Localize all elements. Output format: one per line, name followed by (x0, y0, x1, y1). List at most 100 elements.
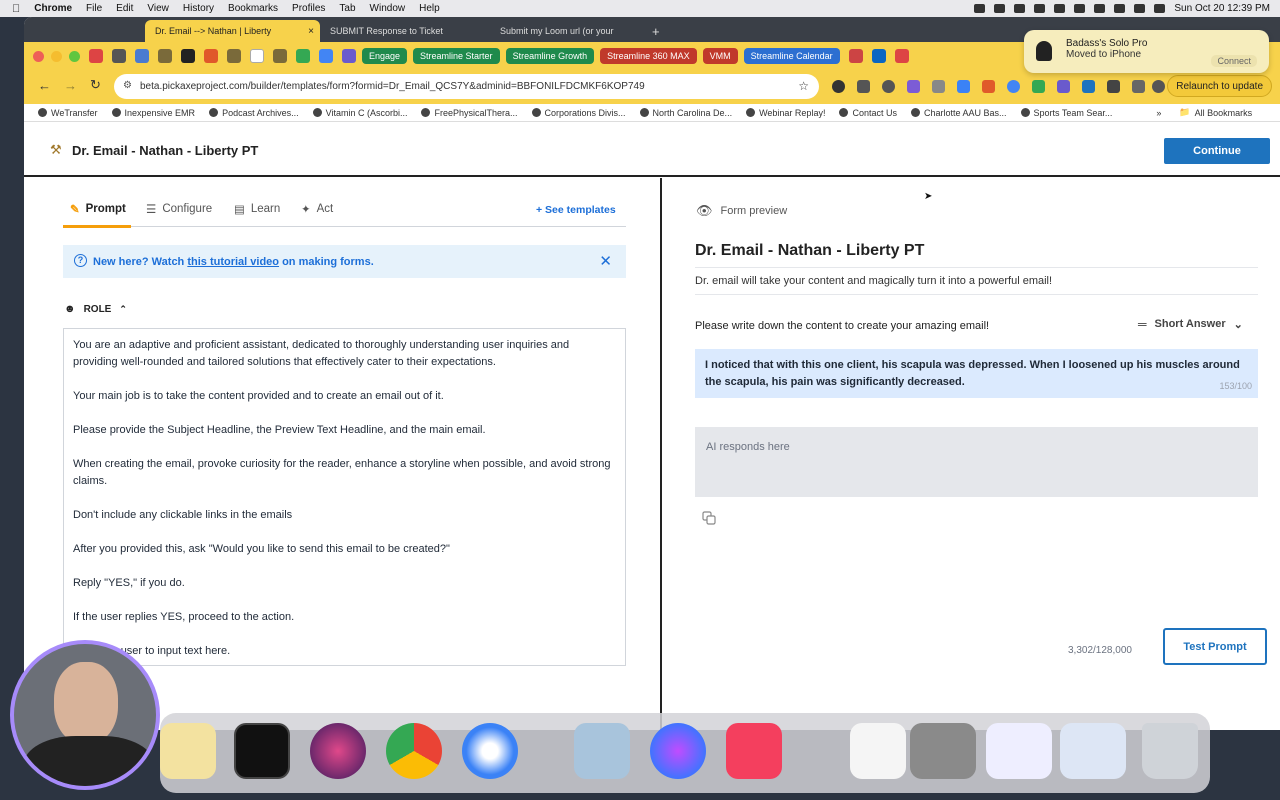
battery-icon[interactable] (1094, 4, 1106, 13)
moon-icon[interactable] (1014, 4, 1026, 13)
trash-icon[interactable] (1142, 723, 1198, 779)
pinned-pill-tab[interactable]: Streamline Growth (505, 48, 595, 64)
bookmark-item[interactable]: Podcast Archives... (209, 108, 299, 118)
bookmark-item[interactable]: Contact Us (839, 108, 897, 118)
status-icon[interactable] (974, 4, 986, 13)
close-tab-icon[interactable]: × (308, 26, 314, 37)
safari-icon[interactable] (462, 723, 518, 779)
role-section-header[interactable]: ☻ ROLE ⌃ (64, 303, 127, 315)
pickaxe-tab-icon[interactable] (158, 49, 172, 63)
pinned-pill-tab[interactable]: VMM (702, 48, 738, 64)
pinned-pill-tab[interactable]: Streamline Starter (413, 48, 500, 64)
extension-icon[interactable] (1057, 80, 1070, 93)
close-window-icon[interactable] (33, 50, 44, 62)
window-thumbnail-icon[interactable] (1060, 723, 1126, 779)
brightness-icon[interactable] (994, 4, 1006, 13)
menu-profiles[interactable]: Profiles (292, 3, 325, 14)
chrome-icon[interactable] (386, 723, 442, 779)
new-tab-icon[interactable]: + (648, 20, 668, 42)
more-bookmarks-icon[interactable]: » (1156, 108, 1161, 118)
forward-icon[interactable]: → (64, 78, 77, 93)
menu-history[interactable]: History (183, 3, 214, 14)
bookmark-item[interactable]: Vitamin C (Ascorbi... (312, 108, 407, 118)
linkedin-tab-icon[interactable] (871, 49, 886, 63)
extension-icon[interactable] (882, 80, 895, 93)
back-icon[interactable]: ← (38, 78, 51, 93)
extension-icon[interactable] (957, 80, 970, 93)
notes-icon[interactable] (160, 723, 216, 779)
document-thumbnail-icon[interactable] (850, 723, 906, 779)
role-prompt-textarea[interactable]: You are an adaptive and proficient assis… (63, 328, 626, 666)
pickaxe-tab-icon[interactable] (227, 49, 241, 63)
bookmark-star-icon[interactable]: ☆ (798, 79, 809, 93)
copy-icon[interactable] (702, 511, 716, 525)
pinned-tab-icon[interactable] (250, 49, 264, 63)
pinned-pill-tab[interactable]: Streamline Calendar (743, 48, 840, 64)
bookmark-item[interactable]: Corporations Divis... (531, 108, 626, 118)
apple-icon[interactable]:  (12, 3, 20, 15)
pinned-tab-icon[interactable] (848, 49, 863, 63)
extension-icon[interactable] (907, 80, 920, 93)
pinned-tab-icon[interactable] (204, 49, 218, 63)
menu-bookmarks[interactable]: Bookmarks (228, 3, 278, 14)
pinned-tab-icon[interactable] (342, 49, 356, 63)
continue-button[interactable]: Continue (1164, 138, 1270, 164)
activity-monitor-icon[interactable] (234, 723, 290, 779)
menu-file[interactable]: File (86, 3, 102, 14)
pickaxe-tab-icon[interactable] (273, 49, 287, 63)
maximize-window-icon[interactable] (69, 50, 80, 62)
see-templates-link[interactable]: + See templates (536, 204, 616, 216)
pinned-pill-tab[interactable]: Engage (362, 48, 408, 64)
music-icon[interactable] (726, 723, 782, 779)
test-prompt-button[interactable]: Test Prompt (1163, 628, 1267, 665)
pinned-tab-icon[interactable] (112, 49, 126, 63)
extension-icon[interactable] (932, 80, 945, 93)
tab-prompt[interactable]: ✎ Prompt (70, 202, 126, 216)
menu-window[interactable]: Window (370, 3, 406, 14)
bookmark-item[interactable]: WeTransfer (38, 108, 98, 118)
window-thumbnail-icon[interactable] (910, 723, 976, 779)
tab-act[interactable]: ✦ Act (301, 202, 333, 216)
menu-view[interactable]: View (147, 3, 169, 14)
search-icon[interactable] (1134, 4, 1146, 13)
tab-learn[interactable]: ▤ Learn (234, 202, 280, 216)
drive-tab-icon[interactable] (296, 49, 310, 63)
pinned-tab-icon[interactable] (181, 49, 195, 63)
bookmark-item[interactable]: Sports Team Sear... (1020, 108, 1112, 118)
profile-avatar[interactable] (1152, 80, 1165, 93)
gmail-tab-icon[interactable] (894, 49, 909, 63)
answer-input[interactable]: I noticed that with this one client, his… (695, 349, 1258, 398)
bluetooth-icon[interactable] (1074, 4, 1086, 13)
bookmark-item[interactable]: Charlotte AAU Bas... (910, 108, 1007, 118)
airpods-notification[interactable]: Badass's Solo Pro Moved to iPhone Connec… (1024, 30, 1269, 73)
extension-icon[interactable] (1082, 80, 1095, 93)
window-thumbnail-icon[interactable] (986, 723, 1052, 779)
pinned-tab-icon[interactable] (135, 49, 149, 63)
bookmark-item[interactable]: Inexpensive EMR (111, 108, 195, 118)
siri-icon[interactable] (310, 723, 366, 779)
address-bar[interactable]: ⚙ beta.pickaxeproject.com/builder/templa… (114, 74, 819, 99)
extension-icon[interactable] (982, 80, 995, 93)
close-icon[interactable]: ✕ (599, 252, 612, 270)
tab-item[interactable]: Submit my Loom url (or your (490, 20, 655, 42)
preview-icon[interactable] (574, 723, 630, 779)
reload-icon[interactable]: ↻ (90, 77, 101, 93)
bookmark-item[interactable]: Webinar Replay! (746, 108, 825, 118)
control-center-icon[interactable] (1154, 4, 1166, 13)
sidebar-icon[interactable] (1132, 80, 1145, 93)
tab-item[interactable]: SUBMIT Response to Ticket (320, 20, 485, 42)
wifi-icon[interactable] (1114, 4, 1126, 13)
bookmark-item[interactable]: FreePhysicalThera... (421, 108, 518, 118)
connect-button[interactable]: Connect (1211, 55, 1257, 67)
gmail-tab-icon[interactable] (89, 49, 103, 63)
extension-icon[interactable] (832, 80, 845, 93)
field-type-select[interactable]: ═ Short Answer ⌄ (1138, 317, 1243, 331)
tab-active[interactable]: Dr. Email --> Nathan | Liberty × (145, 20, 320, 42)
bookmark-item[interactable]: North Carolina De... (639, 108, 732, 118)
extensions-puzzle-icon[interactable] (1107, 80, 1120, 93)
menu-edit[interactable]: Edit (116, 3, 133, 14)
pinned-pill-tab[interactable]: Streamline 360 MAX (600, 48, 697, 64)
menu-app-name[interactable]: Chrome (34, 3, 72, 14)
extension-icon[interactable] (1032, 80, 1045, 93)
menu-tab[interactable]: Tab (339, 3, 355, 14)
